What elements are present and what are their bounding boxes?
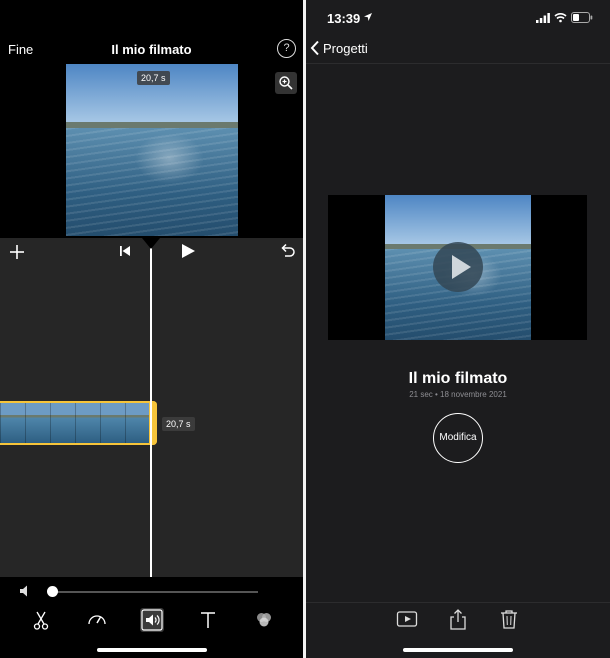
edit-button[interactable]: Modifica bbox=[433, 413, 483, 463]
scissors-icon bbox=[33, 611, 49, 630]
back-chevron-icon bbox=[310, 40, 319, 56]
add-icon[interactable] bbox=[9, 244, 25, 260]
play-icon bbox=[452, 255, 471, 279]
location-arrow-icon bbox=[364, 13, 372, 21]
play-icon[interactable] bbox=[180, 243, 196, 259]
text-icon bbox=[201, 612, 215, 628]
play-button[interactable] bbox=[433, 242, 483, 292]
clip-duration-label: 20,7 s bbox=[162, 417, 195, 431]
wifi-icon bbox=[554, 13, 567, 23]
title-tool[interactable] bbox=[196, 608, 220, 632]
status-time: 13:39 bbox=[327, 11, 361, 26]
skip-to-start-icon[interactable] bbox=[119, 245, 131, 257]
home-indicator bbox=[403, 648, 513, 652]
mute-icon bbox=[20, 585, 27, 597]
speed-icon bbox=[88, 615, 106, 625]
editor-title: Il mio filmato bbox=[111, 42, 192, 57]
sky bbox=[385, 195, 531, 246]
volume-tool[interactable] bbox=[140, 608, 164, 632]
filters-tool[interactable] bbox=[252, 608, 276, 632]
project-meta: 21 sec • 18 novembre 2021 bbox=[409, 390, 507, 399]
volume-icon bbox=[141, 609, 163, 631]
video-clip[interactable] bbox=[0, 401, 157, 445]
sun-glare bbox=[134, 132, 204, 185]
undo-icon[interactable] bbox=[279, 243, 296, 259]
signal-icon bbox=[536, 13, 550, 23]
share-button[interactable] bbox=[447, 608, 469, 630]
trash-icon bbox=[501, 610, 517, 629]
help-button[interactable]: ? bbox=[277, 39, 296, 58]
play-video-icon bbox=[396, 611, 418, 627]
nav-separator bbox=[306, 63, 610, 64]
project-title: Il mio filmato bbox=[408, 370, 508, 387]
project-panel: 13:39 Progetti Il mio filmato 21 sec • 1… bbox=[306, 0, 610, 658]
speed-tool[interactable] bbox=[85, 608, 109, 632]
back-button-label: Progetti bbox=[323, 40, 368, 56]
playhead bbox=[150, 238, 152, 577]
playhead-marker bbox=[142, 238, 160, 249]
volume-slider-knob[interactable] bbox=[46, 586, 58, 597]
home-indicator bbox=[97, 648, 207, 652]
play-video-button[interactable] bbox=[396, 608, 418, 630]
battery-icon bbox=[571, 12, 593, 23]
zoom-icon bbox=[279, 76, 293, 90]
video-preview[interactable] bbox=[66, 64, 238, 236]
zoom-button[interactable] bbox=[275, 72, 297, 94]
volume-slider-track[interactable] bbox=[48, 591, 258, 593]
share-icon bbox=[450, 609, 466, 630]
editor-panel: Fine Il mio filmato ? 20,7 s 20,7 s bbox=[0, 0, 303, 658]
split-tool[interactable] bbox=[29, 608, 53, 632]
delete-button[interactable] bbox=[498, 608, 520, 630]
filters-icon bbox=[257, 613, 271, 627]
preview-duration-badge: 20,7 s bbox=[137, 71, 170, 85]
back-button[interactable]: Progetti bbox=[310, 40, 368, 56]
